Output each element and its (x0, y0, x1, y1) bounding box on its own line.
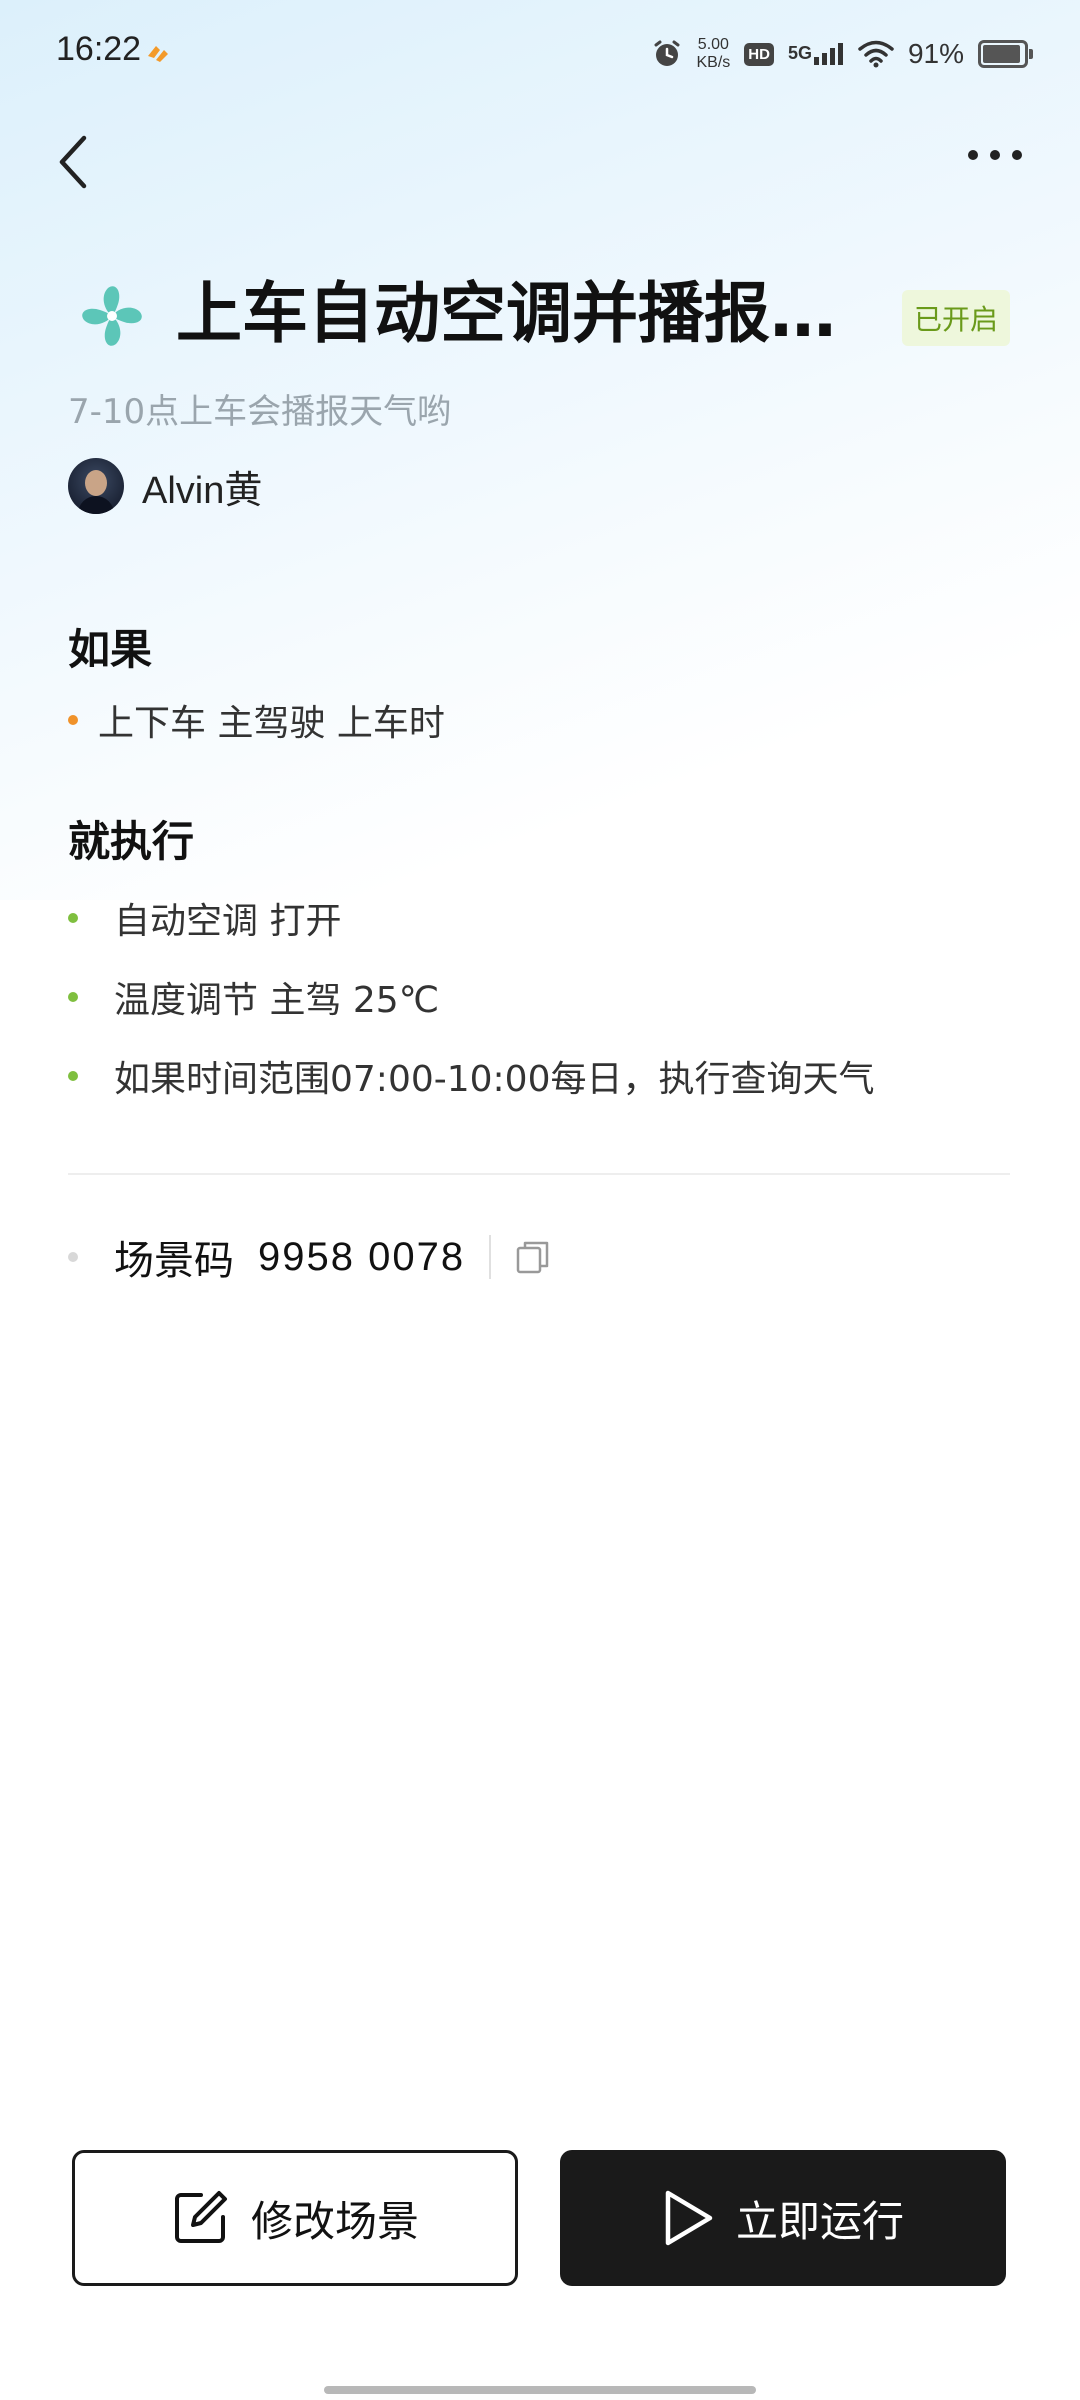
action-item: 如果时间范围07:00-10:00每日，执行查询天气 (68, 1036, 874, 1115)
action-dot (68, 912, 78, 923)
signal-icon (813, 43, 843, 65)
battery-icon (978, 40, 1033, 68)
more-dots-icon (968, 150, 978, 160)
status-indicators: 5.00 KB/s HD 5G 91% (652, 36, 1033, 72)
fan-icon (82, 286, 142, 346)
scene-code-dot (68, 1252, 78, 1262)
header-gradient-background (0, 0, 1080, 900)
condition-item: 上下车 主驾驶 上车时 (68, 680, 445, 759)
network-speed-unit: KB/s (696, 54, 731, 71)
scene-code-value: 9958 0078 (258, 1234, 466, 1279)
action-item: 温度调节 主驾 25℃ (68, 957, 874, 1036)
divider (68, 1173, 1010, 1175)
alarm-icon (654, 40, 680, 66)
cellular-signal: 5G (788, 43, 844, 65)
action-item: 自动空调 打开 (68, 878, 874, 957)
hd-badge: HD (744, 42, 774, 66)
play-icon (665, 2190, 713, 2246)
scene-subtitle: 7-10点上车会播报天气哟 (68, 392, 452, 432)
copy-icon[interactable] (515, 1239, 551, 1275)
scene-code-label: 场景码 (114, 1238, 234, 1284)
home-indicator[interactable] (324, 2386, 756, 2394)
scene-code-separator (489, 1235, 492, 1279)
battery-percent: 91% (907, 38, 964, 69)
action-dot (68, 991, 78, 1002)
avatar[interactable] (68, 458, 124, 514)
network-speed-value: 5.00 (697, 36, 729, 53)
orange-app-icon (148, 46, 168, 62)
edit-icon (174, 2191, 227, 2243)
scene-code-row: 场景码 9958 0078 (68, 1222, 551, 1292)
run-now-label: 立即运行 (735, 2196, 904, 2246)
actions-section-title: 就执行 (68, 817, 195, 866)
condition-item-text: 上下车 主驾驶 上车时 (98, 702, 445, 744)
action-item-text: 温度调节 主驾 25℃ (114, 979, 440, 1021)
condition-list: 上下车 主驾驶 上车时 (68, 680, 445, 759)
wifi-icon (858, 40, 894, 68)
more-button[interactable] (968, 150, 1022, 160)
edit-scene-label: 修改场景 (250, 2196, 419, 2246)
chevron-left-icon (59, 135, 87, 189)
status-time: 16:22 (56, 30, 142, 68)
action-item-text: 自动空调 打开 (114, 900, 342, 942)
network-type: 5G (787, 43, 812, 63)
action-item-text: 如果时间范围07:00-10:00每日，执行查询天气 (114, 1058, 875, 1100)
network-speed: 5.00 KB/s (696, 36, 730, 72)
author-name: Alvin黄 (142, 469, 263, 512)
scene-title: 上车自动空调并播报天气 (176, 275, 866, 352)
edit-scene-button[interactable]: 修改场景 (72, 2150, 518, 2286)
condition-dot (68, 714, 78, 725)
author[interactable]: Alvin黄 (68, 458, 262, 514)
run-now-button[interactable]: 立即运行 (560, 2150, 1006, 2286)
condition-section-title: 如果 (68, 625, 153, 674)
status-badge: 已开启 (901, 290, 1010, 346)
back-button[interactable] (54, 132, 94, 192)
action-dot (68, 1070, 78, 1081)
actions-list: 自动空调 打开 温度调节 主驾 25℃ 如果时间范围07:00-10:00每日，… (68, 878, 874, 1115)
